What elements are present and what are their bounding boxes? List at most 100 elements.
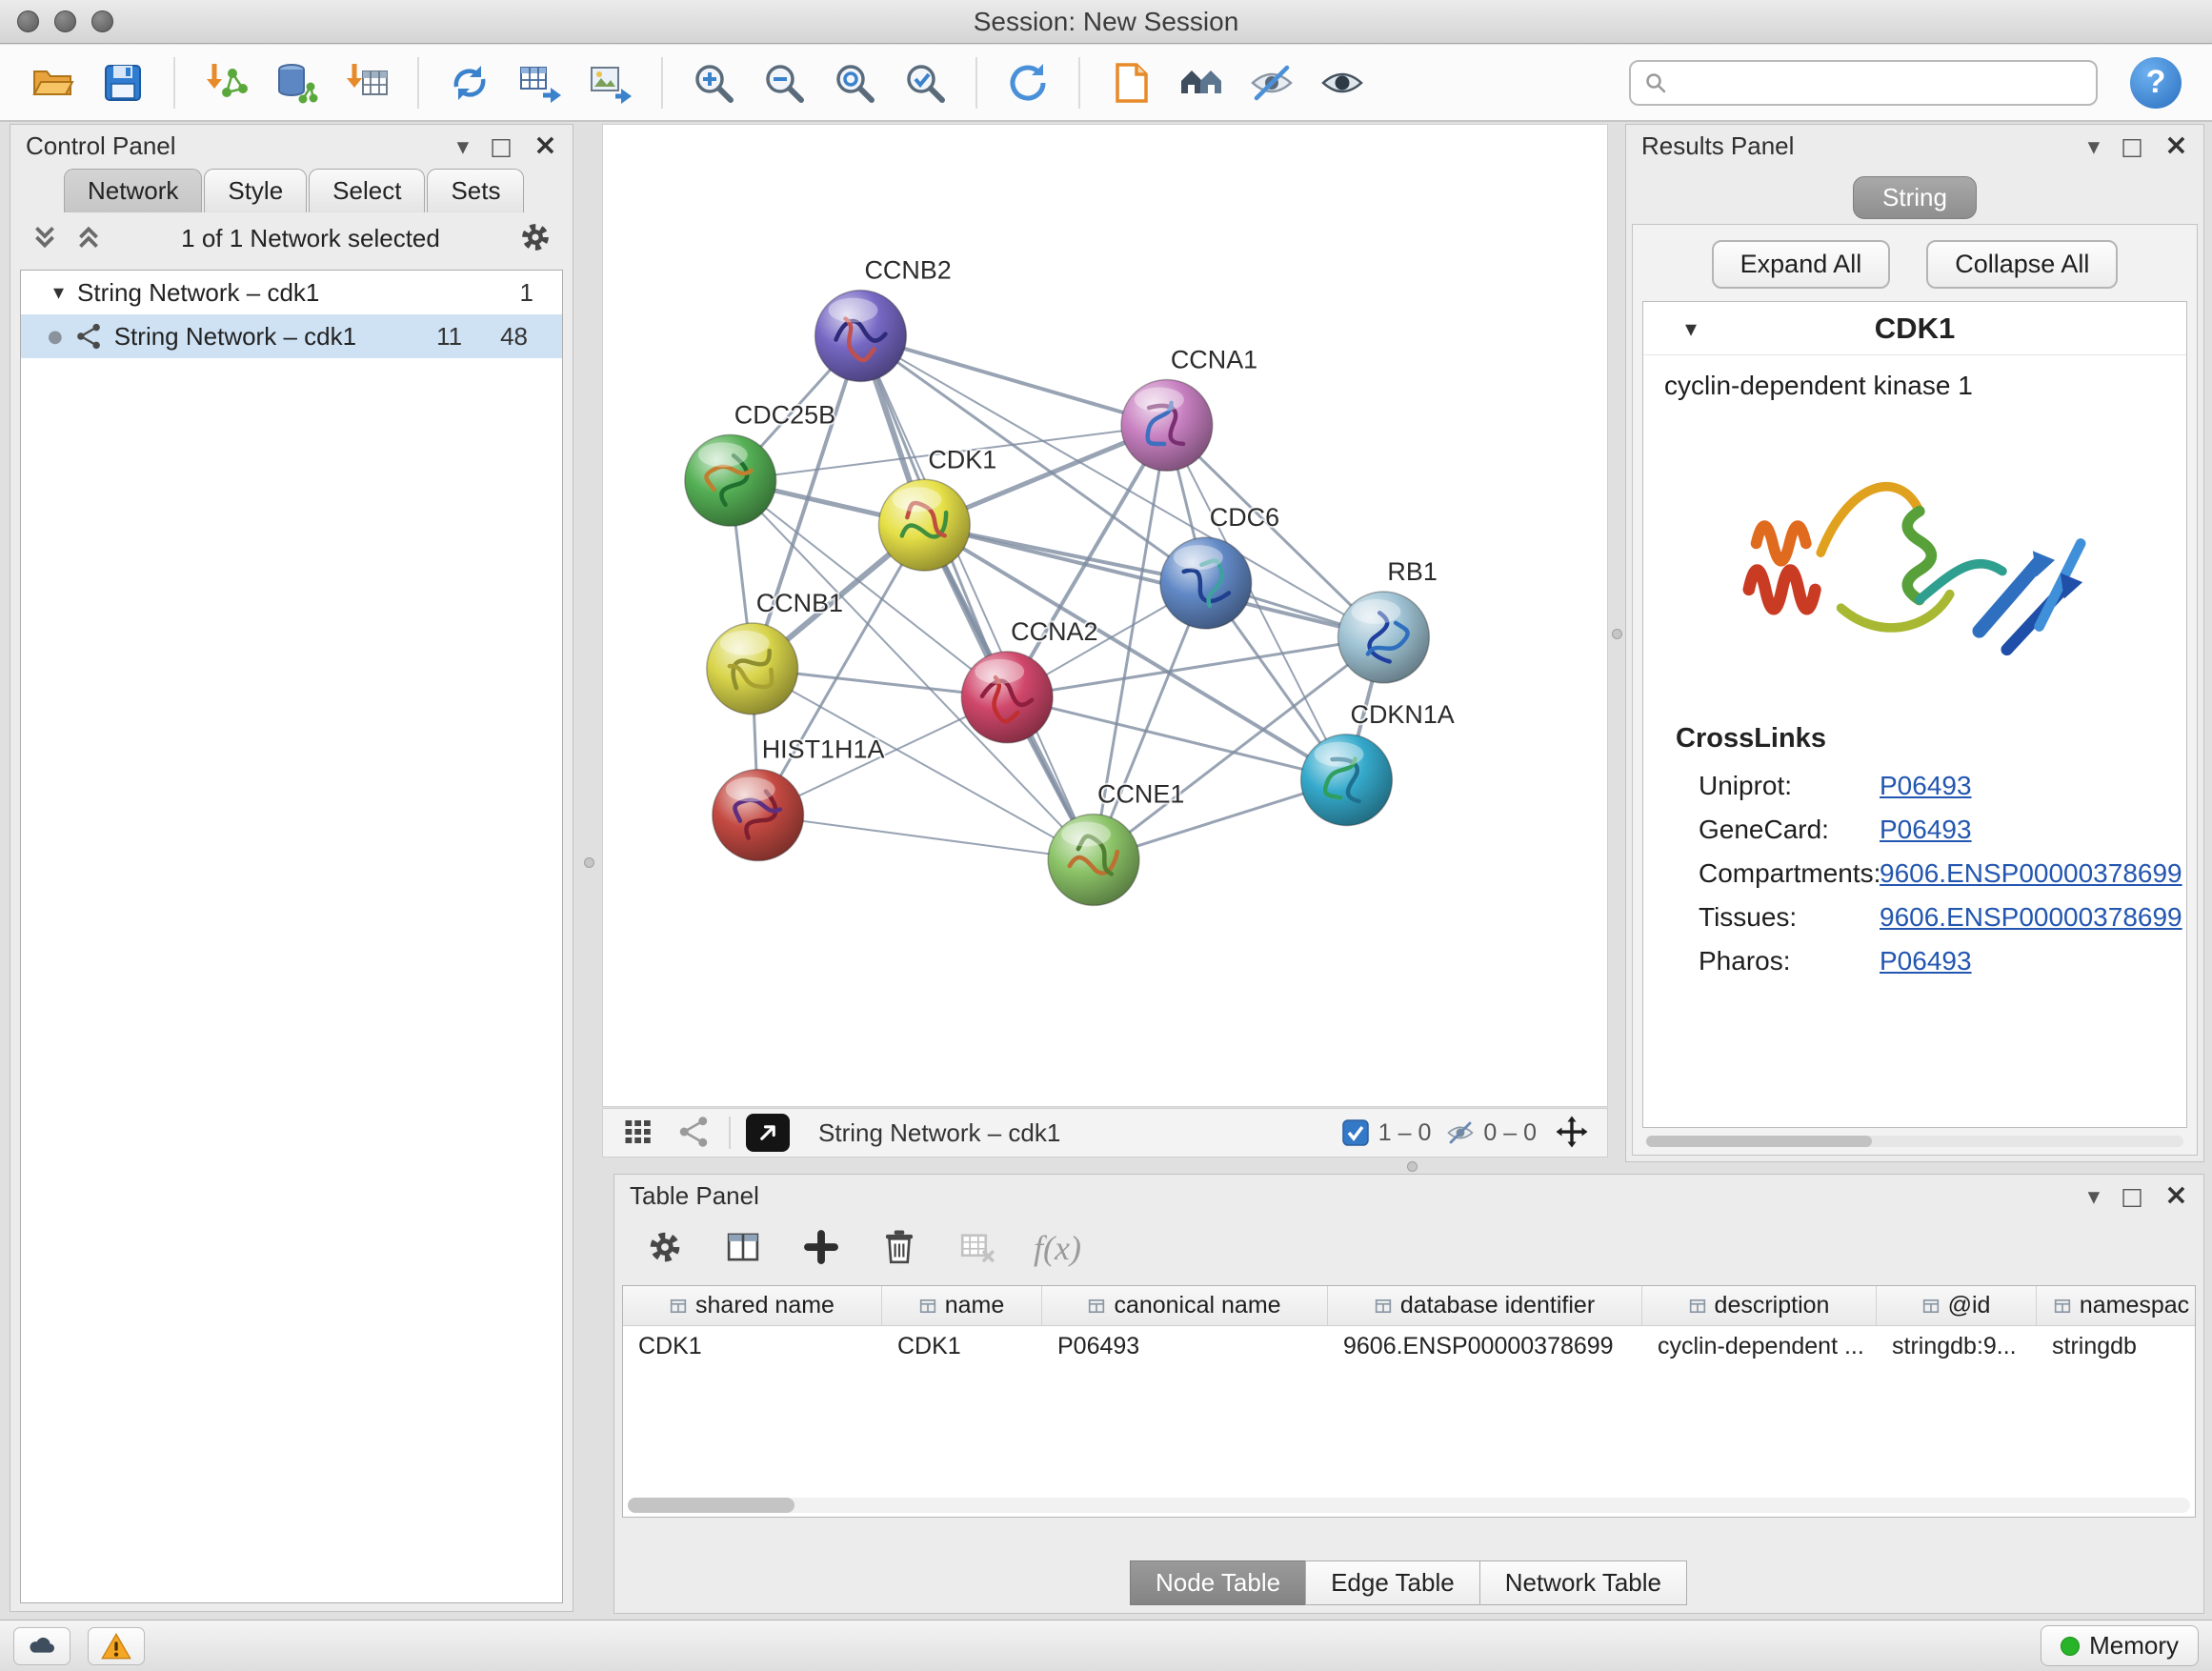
- column-header-namespac[interactable]: namespac: [2037, 1286, 2196, 1325]
- tab-sets[interactable]: Sets: [427, 169, 524, 212]
- pan-mode-button[interactable]: [1552, 1113, 1592, 1153]
- results-horizontal-scrollbar[interactable]: [1646, 1136, 2183, 1147]
- refresh-layout-button[interactable]: [998, 53, 1057, 112]
- panel-close-icon[interactable]: ×: [2164, 1181, 2188, 1210]
- crosslink-link-pharos[interactable]: P06493: [1880, 946, 1972, 976]
- network-view[interactable]: CCNB2CCNA1CDC25BCDK1CDC6RB1CCNB1CCNA2CDK…: [602, 124, 1608, 1107]
- column-header-shared-name[interactable]: shared name: [623, 1286, 882, 1325]
- selected-checkbox-icon[interactable]: [1341, 1118, 1370, 1147]
- collapse-all-button[interactable]: [28, 221, 62, 255]
- table-row[interactable]: CDK1CDK1P064939606.ENSP00000378699cyclin…: [623, 1326, 2195, 1366]
- hidden-eye-slash-icon[interactable]: [1446, 1118, 1475, 1147]
- network-collection-row[interactable]: ▾ String Network – cdk1 1: [21, 271, 562, 314]
- network-row-selected[interactable]: ● String Network – cdk1 11 48: [21, 314, 562, 358]
- open-session-button[interactable]: [23, 53, 82, 112]
- tab-node-table[interactable]: Node Table: [1130, 1560, 1306, 1605]
- table-horizontal-scrollbar[interactable]: [628, 1498, 2190, 1513]
- tab-style[interactable]: Style: [204, 169, 307, 212]
- table-cell: P06493: [1042, 1333, 1328, 1360]
- tab-network-table[interactable]: Network Table: [1479, 1560, 1687, 1605]
- network-node-ccna1[interactable]: CCNA1: [1121, 346, 1257, 472]
- network-edge[interactable]: [924, 525, 1383, 637]
- warnings-button[interactable]: [88, 1627, 145, 1665]
- bottom-splitter-handle[interactable]: [1407, 1161, 1418, 1172]
- annotation-document-button[interactable]: [1101, 53, 1160, 112]
- export-image-button[interactable]: [581, 53, 640, 112]
- results-scrollbar-thumb[interactable]: [1646, 1136, 1872, 1147]
- panel-float-icon[interactable]: □: [2121, 134, 2143, 158]
- crosslink-link-genecard[interactable]: P06493: [1880, 815, 1972, 845]
- expand-all-button[interactable]: Expand All: [1712, 240, 1891, 289]
- search-input[interactable]: [1677, 68, 2082, 97]
- tree-expand-icon[interactable]: ▾: [53, 281, 64, 305]
- crosslink-link-tissues[interactable]: 9606.ENSP00000378699: [1880, 902, 2182, 933]
- create-column-button[interactable]: [799, 1226, 843, 1270]
- network-node-cdc25b[interactable]: CDC25B: [685, 400, 835, 526]
- network-node-rb1[interactable]: RB1: [1338, 557, 1438, 683]
- network-node-cdkn1a[interactable]: CDKN1A: [1301, 700, 1455, 826]
- crosslink-link-compartments[interactable]: 9606.ENSP00000378699: [1880, 858, 2182, 889]
- zoom-fit-button[interactable]: [825, 53, 884, 112]
- panel-menu-icon[interactable]: ▾: [457, 134, 470, 158]
- network-edge[interactable]: [860, 336, 1094, 860]
- zoom-selected-button[interactable]: [895, 53, 955, 112]
- column-header-database-identifier[interactable]: database identifier: [1328, 1286, 1642, 1325]
- hide-selected-button[interactable]: [1242, 53, 1301, 112]
- expand-all-button[interactable]: [71, 221, 106, 255]
- network-edge[interactable]: [758, 815, 1094, 860]
- collapse-all-button[interactable]: Collapse All: [1926, 240, 2118, 289]
- column-header-description[interactable]: description: [1642, 1286, 1877, 1325]
- column-header-canonical-name[interactable]: canonical name: [1042, 1286, 1328, 1325]
- save-session-button[interactable]: [93, 53, 152, 112]
- show-all-button[interactable]: [1313, 53, 1372, 112]
- panel-close-icon[interactable]: ×: [533, 131, 557, 160]
- zoom-window-button[interactable]: [91, 10, 113, 32]
- table-settings-button[interactable]: [643, 1226, 687, 1270]
- show-columns-button[interactable]: [721, 1226, 765, 1270]
- network-node-ccnb2[interactable]: CCNB2: [815, 256, 952, 382]
- new-network-from-table-button[interactable]: [511, 53, 570, 112]
- tab-string[interactable]: String: [1853, 176, 1977, 219]
- detach-view-button[interactable]: [746, 1114, 790, 1152]
- left-splitter-handle[interactable]: [584, 857, 594, 868]
- tab-network[interactable]: Network: [64, 169, 202, 212]
- network-canvas[interactable]: CCNB2CCNA1CDC25BCDK1CDC6RB1CCNB1CCNA2CDK…: [603, 125, 1607, 1106]
- right-splitter-handle[interactable]: [1612, 629, 1622, 639]
- tab-edge-table[interactable]: Edge Table: [1305, 1560, 1480, 1605]
- table-scrollbar-thumb[interactable]: [628, 1498, 794, 1513]
- home-view-button[interactable]: [1172, 53, 1231, 112]
- network-node-cdk1[interactable]: CDK1: [878, 445, 996, 571]
- panel-float-icon[interactable]: □: [490, 134, 513, 158]
- import-network-file-button[interactable]: [196, 53, 255, 112]
- column-header-id[interactable]: @id: [1877, 1286, 2037, 1325]
- section-collapse-icon[interactable]: ▾: [1685, 315, 1697, 342]
- close-window-button[interactable]: [17, 10, 39, 32]
- column-header-name[interactable]: name: [882, 1286, 1042, 1325]
- network-options-button[interactable]: [515, 218, 555, 258]
- network-node-ccnb1[interactable]: CCNB1: [707, 589, 843, 715]
- clone-network-button[interactable]: [440, 53, 499, 112]
- network-node-ccne1[interactable]: CCNE1: [1048, 780, 1184, 906]
- network-node-hist1h1a[interactable]: HIST1H1A: [713, 735, 885, 861]
- panel-close-icon[interactable]: ×: [2164, 131, 2188, 160]
- network-edge[interactable]: [860, 336, 1166, 426]
- help-button[interactable]: ?: [2130, 57, 2182, 109]
- gene-card-header[interactable]: ▾ CDK1: [1643, 302, 2186, 355]
- zoom-out-button[interactable]: [754, 53, 814, 112]
- share-icon: [676, 1115, 711, 1149]
- panel-menu-icon[interactable]: ▾: [2088, 134, 2101, 158]
- panel-menu-icon[interactable]: ▾: [2088, 1184, 2101, 1208]
- import-table-button[interactable]: [337, 53, 396, 112]
- memory-button[interactable]: Memory: [2041, 1625, 2199, 1666]
- grid-view-button[interactable]: [618, 1113, 658, 1153]
- panel-float-icon[interactable]: □: [2121, 1184, 2143, 1208]
- crosslink-link-uniprot[interactable]: P06493: [1880, 771, 1972, 801]
- tab-select[interactable]: Select: [309, 169, 425, 212]
- zoom-in-button[interactable]: [684, 53, 743, 112]
- function-builder-button[interactable]: f(x): [1034, 1228, 1081, 1268]
- network-list-button[interactable]: [674, 1113, 714, 1153]
- delete-column-button[interactable]: [877, 1226, 921, 1270]
- import-network-database-button[interactable]: [267, 53, 326, 112]
- cloud-status-button[interactable]: [13, 1627, 70, 1665]
- minimize-window-button[interactable]: [54, 10, 76, 32]
